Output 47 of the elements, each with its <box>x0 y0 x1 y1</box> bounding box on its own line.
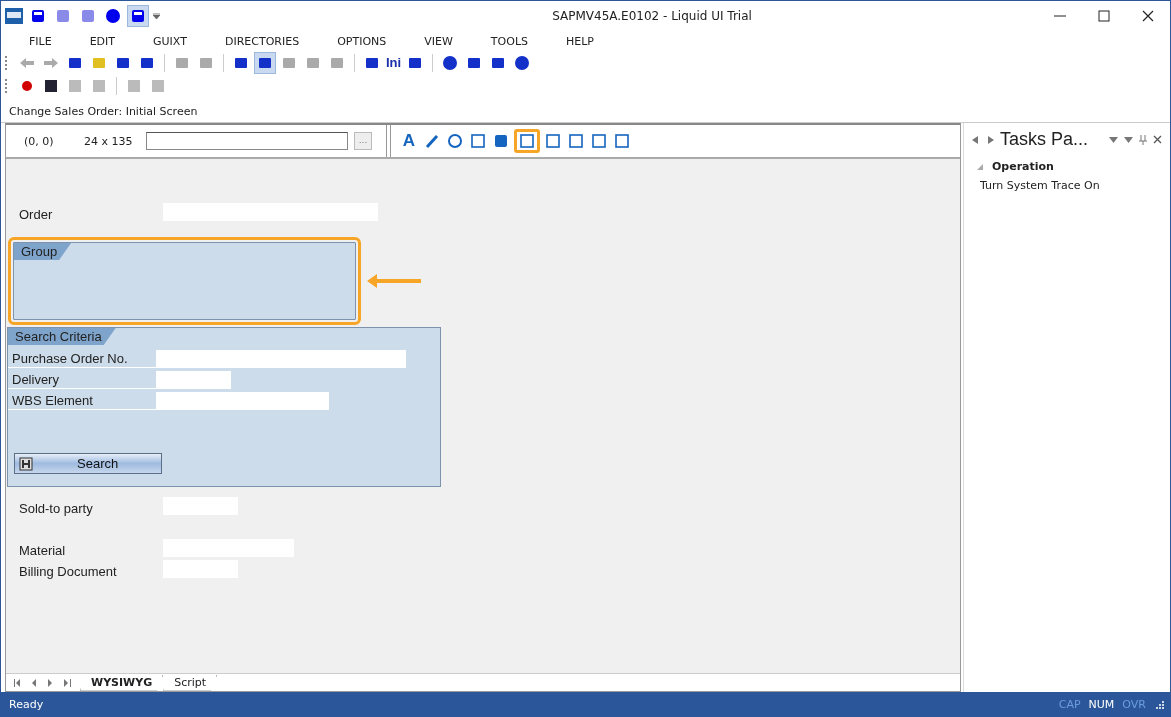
menu-item[interactable]: GUIXT <box>153 34 187 48</box>
keyboard-indicator: CAP <box>1058 697 1081 711</box>
field-label: Material <box>19 543 66 558</box>
close-button[interactable] <box>1142 10 1154 22</box>
menu-item[interactable]: FILE <box>29 34 52 48</box>
back-arrow-icon[interactable] <box>972 135 980 144</box>
menu-item[interactable]: VIEW <box>424 34 453 48</box>
field-label: Order <box>19 207 53 222</box>
checkbox-icon[interactable] <box>468 131 488 151</box>
resize-grip-icon[interactable] <box>1154 699 1164 709</box>
pane-title: Tasks Pa... <box>1000 129 1090 150</box>
pointer-arrow-icon <box>367 273 421 289</box>
keyboard-indicator: NUM <box>1088 697 1115 711</box>
group-title: Group <box>14 243 72 260</box>
browse-button[interactable]: ... <box>354 132 372 150</box>
close-icon[interactable] <box>1153 135 1162 144</box>
forward-arrow-icon[interactable] <box>986 135 994 144</box>
search-button[interactable]: Search <box>14 453 162 474</box>
screen-title: Change Sales Order: Initial Screen <box>8 104 199 120</box>
ini-button[interactable]: Ini <box>386 55 402 70</box>
task-link[interactable]: Turn System Trace On <box>972 179 1162 192</box>
field-label: Billing Document <box>19 564 117 579</box>
property-input-field[interactable] <box>146 132 348 150</box>
expand-triangle-icon[interactable] <box>976 162 984 171</box>
menu-item[interactable]: OPTIONS <box>337 34 387 48</box>
customize-dropdown[interactable] <box>153 13 160 19</box>
app-logo-icon <box>5 8 23 24</box>
input-field[interactable] <box>156 371 231 389</box>
field-label: Sold-to party <box>19 501 93 516</box>
tab-navigation-icon[interactable] <box>14 678 72 687</box>
menu-item[interactable]: TOOLS <box>490 34 528 48</box>
maximize-button[interactable] <box>1098 10 1110 22</box>
input-field[interactable] <box>156 392 329 410</box>
radio-button-icon[interactable] <box>445 131 465 151</box>
input-field[interactable] <box>156 350 406 368</box>
keyboard-indicator: OVR <box>1122 697 1146 711</box>
pin-icon[interactable] <box>1139 134 1147 145</box>
menu-item[interactable]: DIRECTORIES <box>224 34 300 48</box>
section-title: Operation <box>992 160 1054 173</box>
screen-size: 24 x 135 <box>84 134 134 148</box>
menu-item[interactable]: HELP <box>566 34 594 48</box>
cursor-position: (0, 0) <box>24 134 55 148</box>
status-text: Ready <box>9 697 44 711</box>
group-title: Search Criteria <box>8 328 116 345</box>
text-tool[interactable]: A <box>399 131 419 151</box>
menu-item[interactable]: EDIT <box>89 34 116 48</box>
window-title: SAPMV45A.E0102 - Liquid UI Trial <box>551 9 753 23</box>
